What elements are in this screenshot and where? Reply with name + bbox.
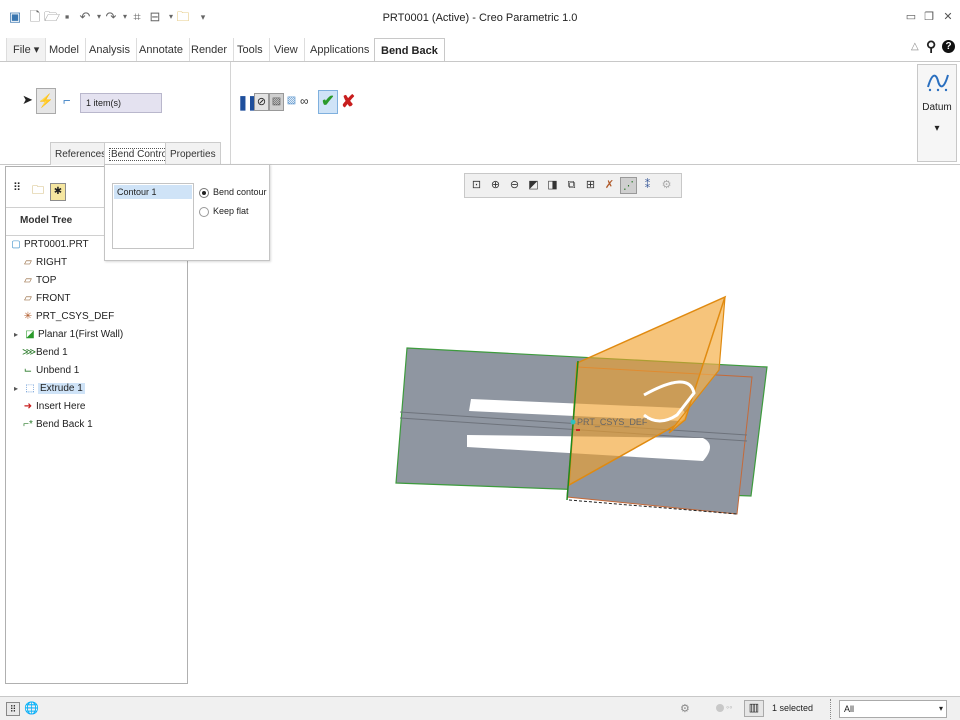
- tree-item-label: Planar 1(First Wall): [38, 329, 124, 340]
- tab-render[interactable]: Render: [185, 38, 235, 62]
- selection-filter-icon[interactable]: ▥: [744, 700, 764, 717]
- tree-item-insert-here[interactable]: ➜ Insert Here: [22, 398, 86, 416]
- unbend-icon: ⌙: [23, 365, 33, 376]
- favorites-tab-icon[interactable]: ✱: [50, 183, 66, 201]
- part-icon: ▢: [11, 239, 21, 250]
- tree-item-label: Insert Here: [36, 401, 86, 412]
- ribbon-tabs: File ▾ Model Analysis Annotate Render To…: [0, 38, 960, 63]
- tab-view[interactable]: View: [268, 38, 305, 62]
- folder-browser-tab-icon[interactable]: 🗀: [30, 181, 46, 201]
- tree-item-label: Unbend 1: [36, 365, 80, 376]
- tree-item-right[interactable]: ▱ RIGHT: [22, 254, 67, 272]
- contour-list-item[interactable]: Contour 1: [114, 185, 192, 199]
- tree-item-part[interactable]: ▢ PRT0001.PRT: [10, 236, 89, 254]
- tree-item-bend[interactable]: ⋙Bend 1: [22, 344, 68, 362]
- subtab-bend-control-label: Bend Control: [109, 148, 172, 161]
- datum-icon: [926, 69, 950, 95]
- datum-plane-icon: ▱: [24, 275, 32, 286]
- selection-filter-select[interactable]: All ▾: [839, 700, 947, 718]
- tab-model[interactable]: Model: [43, 38, 86, 62]
- window-title: PRT0001 (Active) - Creo Parametric 1.0: [382, 12, 578, 24]
- model-tree-title: Model Tree: [20, 215, 73, 226]
- fixed-geometry-collector[interactable]: 1 item(s): [80, 93, 162, 113]
- bend-back-feature-icon: ⌐: [63, 93, 71, 108]
- tree-item-unbend[interactable]: ⌙ Unbend 1: [22, 362, 80, 380]
- help-icon[interactable]: ?: [942, 40, 955, 53]
- filter-value: All: [844, 704, 855, 714]
- select-arrow-icon[interactable]: ➤: [22, 92, 33, 108]
- csys-label: PRT_CSYS_DEF: [577, 417, 648, 427]
- show-browser-icon[interactable]: 🌐: [24, 701, 39, 715]
- selected-count: 1 selected: [772, 703, 814, 713]
- tree-item-label: PRT0001.PRT: [24, 239, 89, 250]
- bend-icon: ⋙: [22, 347, 37, 358]
- tree-item-front[interactable]: ▱ FRONT: [22, 290, 70, 308]
- show-navigator-icon[interactable]: ⠿: [6, 702, 20, 716]
- tab-applications[interactable]: Applications: [304, 38, 377, 62]
- datum-plane-icon: ▱: [24, 293, 32, 304]
- tree-item-extrude[interactable]: ▸ ⬚ Extrude 1: [10, 380, 85, 398]
- tab-tools[interactable]: Tools: [231, 38, 270, 62]
- tree-item-label: Bend 1: [36, 347, 68, 358]
- csys-origin-marker: [570, 419, 576, 425]
- status-light-icon: [716, 704, 724, 712]
- filter-dropdown-icon[interactable]: ▾: [939, 701, 943, 717]
- preview-glasses-icon[interactable]: ∞: [300, 94, 309, 108]
- datum-group[interactable]: Datum ▾: [917, 64, 957, 162]
- datum-label: Datum: [922, 102, 952, 113]
- check-geometry-icon[interactable]: ▨: [269, 93, 284, 111]
- bend-back-dashboard: ➤ ⚡ ⌐ 1 item(s) References Bend Control …: [0, 61, 960, 166]
- ribbon-separator: [230, 62, 231, 166]
- tree-item-planar[interactable]: ▸ ◪ Planar 1(First Wall): [10, 326, 123, 344]
- tree-item-label: RIGHT: [36, 257, 68, 268]
- tree-item-label: PRT_CSYS_DEF: [36, 311, 115, 322]
- tab-analysis[interactable]: Analysis: [83, 38, 137, 62]
- tab-annotate[interactable]: Annotate: [133, 38, 191, 62]
- tree-item-label: Bend Back 1: [36, 419, 93, 430]
- regen-status-icon: ⚙: [680, 703, 690, 715]
- tree-item-bend-back[interactable]: ⌐* Bend Back 1: [22, 416, 93, 434]
- search-icon[interactable]: ⚲: [926, 38, 936, 55]
- minimize-icon[interactable]: ▭: [904, 10, 918, 23]
- datum-plane-icon: ▱: [24, 257, 32, 268]
- ok-button[interactable]: ✔: [318, 90, 338, 114]
- status-dots-icon: ◦◦: [726, 702, 733, 712]
- verify-preview-icon[interactable]: ▧: [284, 93, 299, 111]
- csys-icon: ✳: [23, 311, 33, 322]
- subtab-references[interactable]: References: [50, 142, 112, 165]
- csys-axis-marker: [576, 429, 580, 431]
- expand-arrow-icon[interactable]: ▸: [10, 380, 22, 398]
- contour-list[interactable]: Contour 1: [112, 183, 194, 249]
- creo-window: ▣ 🗋 🗁 ▪ ↶ ▾ ↷ ▾ ⌗ ⊟ ▾ 🗀 ▾ PRT0001 (Activ…: [0, 0, 960, 720]
- planar-wall-icon: ◪: [25, 329, 35, 340]
- tree-item-top[interactable]: ▱ TOP: [22, 272, 56, 290]
- tree-item-label: Extrude 1: [38, 383, 85, 394]
- no-preview-icon[interactable]: ⊘: [254, 93, 269, 111]
- restore-icon[interactable]: ❐: [922, 10, 936, 23]
- extrude-icon: ⬚: [25, 383, 35, 394]
- tab-bend-back[interactable]: Bend Back: [374, 38, 445, 63]
- insert-here-icon: ➜: [23, 401, 33, 412]
- tree-item-csys[interactable]: ✳ PRT_CSYS_DEF: [22, 308, 114, 326]
- fixed-geometry-icon[interactable]: ⚡: [36, 88, 56, 114]
- tree-item-label: FRONT: [36, 293, 71, 304]
- cancel-button[interactable]: ✘: [341, 92, 355, 112]
- model-tree-tab-icon[interactable]: ⠿: [9, 181, 25, 201]
- graphics-area[interactable]: PRT_CSYS_DEF: [189, 165, 960, 695]
- status-bar: ⠿ 🌐 ⚙ ◦◦ ▥ 1 selected All ▾: [0, 696, 960, 720]
- datum-dropdown-icon[interactable]: ▾: [918, 123, 956, 134]
- expand-arrow-icon[interactable]: ▸: [10, 326, 22, 344]
- bend-back-icon: ⌐*: [23, 419, 33, 430]
- close-icon[interactable]: ✕: [941, 10, 955, 23]
- subtab-properties[interactable]: Properties: [165, 142, 221, 165]
- title-bar: ▣ 🗋 🗁 ▪ ↶ ▾ ↷ ▾ ⌗ ⊟ ▾ 🗀 ▾ PRT0001 (Activ…: [0, 0, 960, 38]
- minimize-ribbon-icon[interactable]: △: [911, 41, 919, 52]
- status-separator: [830, 699, 831, 719]
- tree-item-label: TOP: [36, 275, 57, 286]
- tab-file[interactable]: File ▾: [6, 38, 47, 62]
